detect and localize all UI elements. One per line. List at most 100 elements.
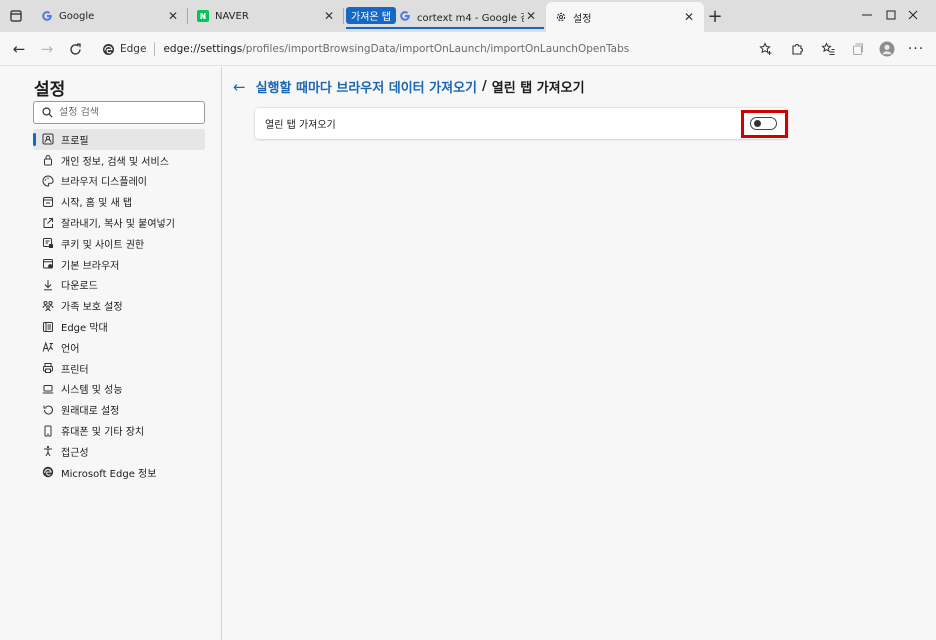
close-icon[interactable]: ✕: [166, 9, 180, 23]
profile-button[interactable]: [874, 36, 900, 62]
refresh-button[interactable]: [62, 36, 88, 62]
share-icon: [41, 216, 55, 230]
sidebar-item-accessibility[interactable]: 접근성: [33, 441, 205, 462]
tab-actions-icon: [10, 10, 22, 22]
settings-search[interactable]: [33, 101, 205, 124]
puzzle-icon: [792, 44, 803, 55]
sidebar-item-appearance[interactable]: 브라우저 디스플레이: [33, 171, 205, 192]
printer-icon: [41, 361, 55, 375]
naver-n-icon: [196, 10, 209, 23]
sidebar-item-about-edge[interactable]: Microsoft Edge 정보: [33, 462, 205, 483]
search-icon: [42, 107, 53, 118]
breadcrumb-parent-link[interactable]: 실행할 때마다 브라우저 데이터 가져오기: [256, 77, 477, 96]
sidebar-item-cookies-permissions[interactable]: 쿠키 및 사이트 권한: [33, 233, 205, 254]
settings-title: 설정: [34, 80, 66, 100]
breadcrumb-separator: /: [482, 79, 487, 94]
arrow-left-icon: ←: [12, 40, 26, 58]
sidebar-item-label: 브라우저 디스플레이: [61, 177, 147, 189]
window-close-button[interactable]: [890, 0, 936, 30]
favorites-button[interactable]: [815, 36, 841, 62]
reset-icon: [41, 403, 55, 417]
tab-settings[interactable]: 설정 ✕: [546, 2, 704, 32]
sidebar-item-label: Edge 막대: [61, 323, 108, 335]
phone-icon: [41, 424, 55, 438]
settings-sidebar: 설정 프로필 개인 정보, 검색 및 서비스 브라우저 디스플레이 시작, 홈 …: [0, 67, 222, 640]
sidebar-item-label: 접근성: [61, 447, 89, 459]
setting-label: 열린 탭 가져오기: [265, 120, 336, 131]
download-icon: [41, 278, 55, 292]
sidebar-item-privacy[interactable]: 개인 정보, 검색 및 서비스: [33, 150, 205, 171]
tab-group-label[interactable]: 가져온 탭: [346, 7, 396, 24]
close-icon[interactable]: ✕: [524, 9, 538, 23]
favorites-icon: [821, 42, 835, 55]
settings-content: ← 실행할 때마다 브라우저 데이터 가져오기 / 열린 탭 가져오기 열린 탭…: [223, 67, 936, 640]
gear-icon: [554, 11, 567, 24]
edge-bar-icon: [41, 320, 55, 334]
breadcrumb-back-button[interactable]: ←: [233, 78, 246, 96]
forward-button[interactable]: →: [34, 36, 60, 62]
family-icon: [41, 299, 55, 313]
tab-title: NAVER: [215, 10, 249, 22]
toolbar: ← → Edge edge://settings/profiles/import…: [0, 32, 936, 66]
more-menu-button[interactable]: ···: [903, 36, 929, 62]
url-text: edge://settings/profiles/importBrowsingD…: [163, 43, 629, 55]
collections-button[interactable]: [845, 36, 871, 62]
avatar: [879, 41, 895, 57]
sidebar-item-default-browser[interactable]: 기본 브라우저: [33, 254, 205, 275]
tab-bar: Google ✕ NAVER ✕ 가져온 탭 cortext m4 - Goog…: [0, 0, 936, 32]
tab-title: Google: [59, 10, 95, 22]
edge-site-chip[interactable]: Edge: [102, 43, 146, 56]
close-icon: [908, 10, 918, 20]
arrow-right-icon: →: [40, 40, 54, 58]
sidebar-item-label: 휴대폰 및 기타 장치: [61, 427, 145, 439]
toggle-knob: [754, 120, 761, 127]
back-button[interactable]: ←: [6, 36, 32, 62]
sidebar-item-label: 프린터: [61, 364, 89, 376]
new-tab-button[interactable]: +: [704, 5, 726, 27]
close-icon[interactable]: ✕: [682, 10, 696, 24]
tab-google[interactable]: Google ✕: [32, 4, 188, 28]
extensions-button[interactable]: [784, 36, 810, 62]
add-favorite-button[interactable]: [753, 36, 779, 62]
lock-icon: [41, 153, 55, 167]
page-title: 열린 탭 가져오기: [491, 81, 585, 96]
sidebar-item-label: 시스템 및 성능: [61, 385, 123, 397]
site-chip-label: Edge: [120, 43, 147, 55]
sidebar-item-label: 쿠키 및 사이트 권한: [61, 239, 145, 251]
search-input[interactable]: [59, 107, 189, 118]
sidebar-item-system[interactable]: 시스템 및 성능: [33, 379, 205, 400]
tab-naver[interactable]: NAVER ✕: [188, 4, 344, 28]
tab-cortext-search[interactable]: cortext m4 - Google 검색 ✕: [390, 4, 546, 28]
sidebar-item-phone-devices[interactable]: 휴대폰 및 기타 장치: [33, 420, 205, 441]
sidebar-item-share-copy-paste[interactable]: 잘라내기, 복사 및 붙여넣기: [33, 212, 205, 233]
sidebar-item-printers[interactable]: 프린터: [33, 358, 205, 379]
sidebar-item-label: 시작, 홈 및 새 탭: [61, 198, 133, 210]
close-icon[interactable]: ✕: [322, 9, 336, 23]
import-open-tabs-toggle[interactable]: [750, 117, 777, 130]
sidebar-item-languages[interactable]: 언어: [33, 337, 205, 358]
sidebar-item-label: 기본 브라우저: [61, 260, 120, 272]
google-g-icon: [40, 10, 53, 23]
sidebar-item-downloads[interactable]: 다운로드: [33, 275, 205, 296]
sidebar-item-profile[interactable]: 프로필: [33, 129, 205, 150]
sidebar-item-family[interactable]: 가족 보호 설정: [33, 295, 205, 316]
profile-icon: [41, 132, 55, 146]
sidebar-item-label: 잘라내기, 복사 및 붙여넣기: [61, 219, 175, 231]
tab-title: cortext m4 - Google 검색: [417, 12, 524, 24]
sidebar-item-reset[interactable]: 원래대로 설정: [33, 399, 205, 420]
address-bar[interactable]: Edge edge://settings/profiles/importBrow…: [94, 36, 784, 62]
sidebar-item-label: Microsoft Edge 정보: [61, 468, 157, 480]
settings-nav: 프로필 개인 정보, 검색 및 서비스 브라우저 디스플레이 시작, 홈 및 새…: [33, 129, 205, 483]
palette-icon: [41, 174, 55, 188]
breadcrumb: ← 실행할 때마다 브라우저 데이터 가져오기 / 열린 탭 가져오기: [233, 77, 585, 97]
url-path: /profiles/importBrowsingData/importOnLau…: [242, 43, 630, 55]
plus-icon: +: [707, 5, 723, 27]
ellipsis-icon: ···: [907, 41, 925, 57]
refresh-icon: [69, 43, 81, 55]
default-browser-icon: [41, 257, 55, 271]
sidebar-item-edge-bar[interactable]: Edge 막대: [33, 316, 205, 337]
tab-actions-button[interactable]: [0, 0, 32, 32]
sidebar-item-start-home[interactable]: 시작, 홈 및 새 탭: [33, 191, 205, 212]
collections-icon: [853, 43, 863, 55]
sidebar-item-label: 다운로드: [61, 281, 98, 293]
